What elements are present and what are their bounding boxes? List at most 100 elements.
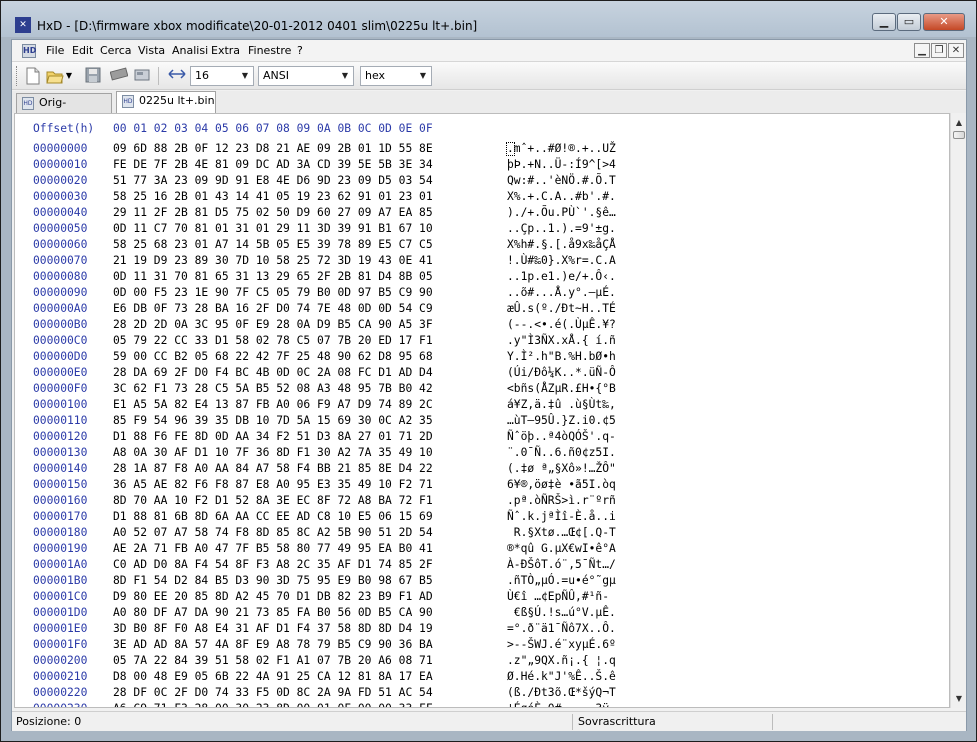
hex-row[interactable]: 00000050 0D 11 C7 70 81 01 31 01 29 11 3D… [15,222,945,238]
row-ascii[interactable]: ¨.0¯Ñ..6.ñ0¢z5I. [507,446,616,459]
row-hex-bytes[interactable]: FE DE 7F 2B 4E 81 09 DC AD 3A CD 39 5E 5… [113,158,433,171]
mdi-restore-button[interactable]: ❐ [931,43,947,58]
row-ascii[interactable]: )./+.Õu.PÙ`'.§ê… [507,206,616,219]
row-hex-bytes[interactable]: E6 DB 0F 73 28 BA 16 2F D0 74 7E 48 0D 0… [113,302,433,315]
row-ascii[interactable]: .mˆ+..#Ø!®.+..UŽ [507,142,616,155]
toolbar-grip[interactable] [16,66,19,86]
hex-row[interactable]: 00000230 A6 C9 71 F3 28 00 30 23 8D 00 01… [15,702,945,707]
hex-row[interactable]: 00000220 28 DF 0C 2F D0 74 33 F5 0D 8C 2A… [15,686,945,702]
menu-edit[interactable]: Edit [72,44,93,57]
hex-row[interactable]: 00000110 85 F9 54 96 39 35 DB 10 7D 5A 15… [15,414,945,430]
new-file-icon[interactable] [24,67,42,85]
menu-finestre[interactable]: Finestre [248,44,291,57]
hex-row[interactable]: 00000140 28 1A 87 F8 A0 AA 84 A7 58 F4 BB… [15,462,945,478]
row-ascii[interactable]: (--.<•.é(.ÙµÊ.¥? [507,318,616,331]
row-ascii[interactable]: >--ŠWJ.é¨xyµÉ.6º [507,638,616,651]
hex-row[interactable]: 00000160 8D 70 AA 10 F2 D1 52 8A 3E EC 8F… [15,494,945,510]
row-hex-bytes[interactable]: 28 2D 2D 0A 3C 95 0F E9 28 0A D9 B5 CA 9… [113,318,433,331]
row-hex-bytes[interactable]: 21 19 D9 23 89 30 7D 10 58 25 72 3D 19 4… [113,254,433,267]
columns-select[interactable]: 16 ▼ [190,66,254,86]
vertical-scrollbar[interactable]: ▲ ▼ [950,113,966,708]
row-ascii[interactable]: æÛ.s(º./Ðt~H..TÉ [507,302,616,315]
row-ascii[interactable]: Ø.Hé.k"J'%Ê..Š.ê [507,670,616,683]
hex-row[interactable]: 00000040 29 11 2F 2B 81 D5 75 02 50 D9 60… [15,206,945,222]
hex-row[interactable]: 000001E0 3D B0 8F F0 A8 E4 31 AF D1 F4 37… [15,622,945,638]
row-hex-bytes[interactable]: D9 80 EE 20 85 8D A2 45 70 D1 DB 82 23 B… [113,590,433,603]
row-hex-bytes[interactable]: D1 88 81 6B 8D 6A AA CC EE AD C8 10 E5 0… [113,510,433,523]
row-hex-bytes[interactable]: 28 DA 69 2F D0 F4 BC 4B 0D 0C 2A 08 FC D… [113,366,433,379]
row-ascii[interactable]: .ñTÒ„µÓ.=u•é°˜gµ [507,574,616,587]
hex-row[interactable]: 00000070 21 19 D9 23 89 30 7D 10 58 25 72… [15,254,945,270]
tab-orig-0401[interactable]: HD Orig-0401.bin [16,93,112,127]
row-ascii[interactable]: (Úi/Ðô¼K..*.üÑ-Ô [507,366,616,379]
row-ascii[interactable]: R.§Xtø.…Œ¢[.Q-T [507,526,616,539]
chevron-down-icon[interactable]: ▼ [237,67,253,85]
row-ascii[interactable]: <bñs(ÅZµR.£H•{°B [507,382,616,395]
row-hex-bytes[interactable]: 3C 62 F1 73 28 C5 5A B5 52 08 A3 48 95 7… [113,382,433,395]
row-ascii[interactable]: (ß./Ðt3õ.Œ*šýQ¬T [507,686,616,699]
hex-row[interactable]: 00000130 A8 0A 30 AF D1 10 7F 36 8D F1 30… [15,446,945,462]
menu-analisi[interactable]: Analisi [172,44,208,57]
row-ascii[interactable]: þÞ.+N..Ü-:Í9^[>4 [507,158,616,171]
hex-row[interactable]: 00000060 58 25 68 23 01 A7 14 5B 05 E5 39… [15,238,945,254]
menu-vista[interactable]: Vista [138,44,165,57]
mdi-minimize-button[interactable]: ▁ [914,43,930,58]
row-hex-bytes[interactable]: 05 7A 22 84 39 51 58 02 F1 A1 07 7B 20 A… [113,654,433,667]
scroll-down-arrow-icon[interactable]: ▼ [952,691,966,706]
row-hex-bytes[interactable]: D1 88 F6 FE 8D 0D AA 34 F2 51 D3 8A 27 0… [113,430,433,443]
row-hex-bytes[interactable]: A0 80 DF A7 DA 90 21 73 85 FA B0 56 0D B… [113,606,433,619]
hex-row[interactable]: 000001B0 8D F1 54 D2 84 B5 D3 90 3D 75 95… [15,574,945,590]
hex-row[interactable]: 00000150 36 A5 AE 82 F6 F8 87 E8 A0 95 E3… [15,478,945,494]
row-ascii[interactable]: €ß§Ú.!s…ú°V.µÊ. [507,606,616,619]
menu-file[interactable]: File [46,44,64,57]
hex-row[interactable]: 00000090 0D 00 F5 23 1E 90 7F C5 05 79 B0… [15,286,945,302]
ram-icon[interactable] [109,67,129,85]
row-ascii[interactable]: á¥Z‚ä.‡û .ù§Ùt‰, [507,398,616,411]
row-ascii[interactable]: …ùT–95Û.}Z.i0.¢5 [507,414,616,427]
hex-row[interactable]: 000000E0 28 DA 69 2F D0 F4 BC 4B 0D 0C 2A… [15,366,945,382]
row-hex-bytes[interactable]: 8D 70 AA 10 F2 D1 52 8A 3E EC 8F 72 A8 B… [113,494,433,507]
row-ascii[interactable]: Qw:#..'èNÖ.#.Õ.T [507,174,616,187]
scroll-up-arrow-icon[interactable]: ▲ [952,115,966,130]
row-ascii[interactable]: ..1p.e1.)e/+.Ô‹. [507,270,616,283]
row-hex-bytes[interactable]: 0D 00 F5 23 1E 90 7F C5 05 79 B0 0D 97 B… [113,286,433,299]
minimize-button[interactable]: ▁ [872,13,896,31]
row-ascii[interactable]: Ñˆöþ..ª4òQÓŠ'.q- [507,430,616,443]
row-ascii[interactable]: ®*qû G.µX€wI•ê°A [507,542,616,555]
hex-row[interactable]: 000001D0 A0 80 DF A7 DA 90 21 73 85 FA B0… [15,606,945,622]
row-ascii[interactable]: .z"„9QX.ñ¡.{ ¦.q [507,654,616,667]
open-folder-icon[interactable] [46,67,64,85]
hex-row[interactable]: 000001F0 3E AD AD 8A 57 4A 8F E9 A8 78 79… [15,638,945,654]
hex-row[interactable]: 000000D0 59 00 CC B2 05 68 22 42 7F 25 48… [15,350,945,366]
row-hex-bytes[interactable]: 28 DF 0C 2F D0 74 33 F5 0D 8C 2A 9A FD 5… [113,686,433,699]
open-dropdown-chevron-icon[interactable]: ▼ [64,67,74,85]
hex-editor[interactable]: Offset(h) 00 01 02 03 04 05 06 07 08 09 … [14,113,950,708]
hex-row[interactable]: 00000000 09 6D 88 2B 0F 12 23 D8 21 AE 09… [15,142,945,158]
row-ascii[interactable]: Ù€î …¢EpÑÛ‚#¹ñ- [507,590,609,603]
hex-row[interactable]: 00000170 D1 88 81 6B 8D 6A AA CC EE AD C8… [15,510,945,526]
title-bar[interactable]: ✕ HxD - [D:\firmware xbox modificate\20-… [1,1,976,37]
row-hex-bytes[interactable]: 59 00 CC B2 05 68 22 42 7F 25 48 90 62 D… [113,350,433,363]
row-hex-bytes[interactable]: 58 25 16 2B 01 43 14 41 05 19 23 62 91 0… [113,190,433,203]
row-hex-bytes[interactable]: A0 52 07 A7 58 74 F8 8D 85 8C A2 5B 90 5… [113,526,433,539]
close-button[interactable]: ✕ [923,13,965,31]
row-ascii[interactable]: ..Çp..1.).=9'±g. [507,222,616,235]
hex-row[interactable]: 00000180 A0 52 07 A7 58 74 F8 8D 85 8C A2… [15,526,945,542]
status-mode[interactable]: Sovrascrittura [578,715,656,728]
hex-row[interactable]: 00000210 D8 00 48 E9 05 6B 22 4A 91 25 CA… [15,670,945,686]
row-hex-bytes[interactable]: 85 F9 54 96 39 35 DB 10 7D 5A 15 69 30 0… [113,414,433,427]
row-hex-bytes[interactable]: AE 2A 71 FB A0 47 7F B5 58 80 77 49 95 E… [113,542,433,555]
row-hex-bytes[interactable]: 3D B0 8F F0 A8 E4 31 AF D1 F4 37 58 8D 8… [113,622,433,635]
row-ascii[interactable]: Y.Ì².h"B.%H.bØ•h [507,350,616,363]
row-hex-bytes[interactable]: C0 AD D0 8A F4 54 8F F3 A8 2C 35 AF D1 7… [113,558,433,571]
hex-row[interactable]: 000000F0 3C 62 F1 73 28 C5 5A B5 52 08 A3… [15,382,945,398]
row-hex-bytes[interactable]: 29 11 2F 2B 81 D5 75 02 50 D9 60 27 09 A… [113,206,433,219]
row-hex-bytes[interactable]: 8D F1 54 D2 84 B5 D3 90 3D 75 95 E9 B0 9… [113,574,433,587]
row-hex-bytes[interactable]: D8 00 48 E9 05 6B 22 4A 91 25 CA 12 81 8… [113,670,433,683]
chevron-down-icon[interactable]: ▼ [415,67,431,85]
row-ascii[interactable]: X%h#.§.[.å9x‰åÇÅ [507,238,616,251]
save-icon[interactable] [84,67,102,85]
row-ascii[interactable]: !.Ù#‰0}.X%r=.C.A [507,254,616,267]
hex-row[interactable]: 00000190 AE 2A 71 FB A0 47 7F B5 58 80 77… [15,542,945,558]
row-hex-bytes[interactable]: E1 A5 5A 82 E4 13 87 FB A0 06 F9 A7 D9 7… [113,398,433,411]
